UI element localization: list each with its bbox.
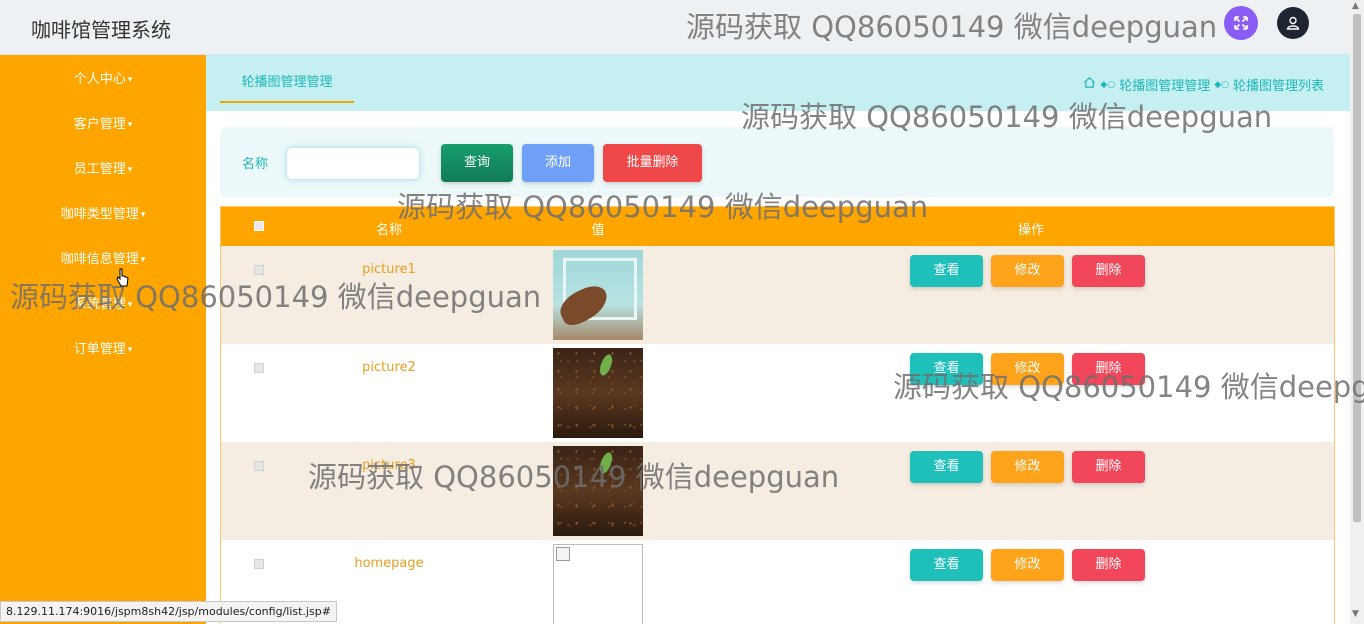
batch-delete-button[interactable]: 批量删除 xyxy=(603,144,702,182)
carousel-table: 名称 值 操作 picture1 查看 修改 删除 picture2 查看 修改… xyxy=(220,206,1335,624)
hand-cursor-icon xyxy=(116,268,129,287)
delete-button[interactable]: 删除 xyxy=(1072,549,1145,581)
name-search-input[interactable] xyxy=(286,147,420,180)
edit-button[interactable]: 修改 xyxy=(991,451,1064,483)
row-name: picture1 xyxy=(362,262,416,277)
add-button[interactable]: 添加 xyxy=(522,144,594,182)
breadcrumb-item[interactable]: 轮播图管理管理 xyxy=(1119,75,1210,94)
table-row: picture3 查看 修改 删除 xyxy=(221,442,1334,540)
broken-image-thumbnail xyxy=(553,544,643,624)
row-checkbox[interactable] xyxy=(254,461,264,471)
sidebar: 个人中心 ▾ 客户管理 ▾ 员工管理 ▾ 咖啡类型管理 ▾ 咖啡信息管理 ▾ 系统管理 ▾ … xyxy=(0,55,206,624)
main-content: 轮播图管理管理 ◆○ 轮播图管理管理 ◆○ 轮播图管理列表 名称 查询 添加 批… xyxy=(206,55,1350,624)
delete-button[interactable]: 删除 xyxy=(1072,451,1145,483)
table-row: picture1 查看 修改 删除 xyxy=(221,246,1334,344)
caret-down-icon: ▾ xyxy=(127,299,133,310)
sidebar-item-label: 订单管理 xyxy=(73,342,126,357)
caret-down-icon: ▾ xyxy=(140,254,146,265)
sidebar-item-system[interactable]: 系统管理 ▾ xyxy=(0,293,206,312)
view-button[interactable]: 查看 xyxy=(910,451,983,483)
header-name: 名称 xyxy=(375,223,402,238)
tab-bar: 轮播图管理管理 ◆○ 轮播图管理管理 ◆○ 轮播图管理列表 xyxy=(206,55,1350,111)
row-checkbox[interactable] xyxy=(254,559,264,569)
sidebar-item-label: 咖啡类型管理 xyxy=(60,207,139,222)
vertical-scrollbar[interactable]: ▲ ▼ xyxy=(1350,0,1364,624)
row-checkbox[interactable] xyxy=(254,363,264,373)
sidebar-item-label: 员工管理 xyxy=(73,162,126,177)
sidebar-item-label: 咖啡信息管理 xyxy=(60,252,139,267)
sidebar-item-label: 客户管理 xyxy=(73,117,126,132)
row-checkbox[interactable] xyxy=(254,265,264,275)
search-panel: 名称 查询 添加 批量删除 xyxy=(220,127,1334,197)
view-button[interactable]: 查看 xyxy=(910,353,983,385)
delete-button[interactable]: 删除 xyxy=(1072,255,1145,287)
search-label: 名称 xyxy=(242,157,269,172)
breadcrumb: ◆○ 轮播图管理管理 ◆○ 轮播图管理列表 xyxy=(1083,75,1324,94)
coffee-beans-thumbnail xyxy=(553,348,643,438)
sidebar-item-orders[interactable]: 订单管理 ▾ xyxy=(0,338,206,357)
scroll-down-icon[interactable]: ▼ xyxy=(1352,609,1359,619)
delete-button[interactable]: 删除 xyxy=(1072,353,1145,385)
tab-carousel-management[interactable]: 轮播图管理管理 xyxy=(220,69,354,103)
sidebar-item-label: 个人中心 xyxy=(73,72,126,87)
caret-down-icon: ▾ xyxy=(127,164,133,175)
header-action: 操作 xyxy=(1017,223,1044,238)
user-icon[interactable] xyxy=(1277,7,1309,39)
coffee-beans-thumbnail xyxy=(553,446,643,536)
scrollbar-thumb[interactable] xyxy=(1353,14,1361,522)
sidebar-item-coffee-info[interactable]: 咖啡信息管理 ▾ xyxy=(0,248,206,267)
caret-down-icon: ▾ xyxy=(127,119,133,130)
sidebar-item-coffee-types[interactable]: 咖啡类型管理 ▾ xyxy=(0,203,206,222)
caret-down-icon: ▾ xyxy=(140,209,146,220)
scroll-up-icon[interactable]: ▲ xyxy=(1352,1,1359,11)
separator-icon: ◆○ xyxy=(1100,79,1116,90)
view-button[interactable]: 查看 xyxy=(910,549,983,581)
sidebar-item-customers[interactable]: 客户管理 ▾ xyxy=(0,113,206,132)
caret-down-icon: ▾ xyxy=(127,344,133,355)
picture1-thumbnail xyxy=(553,250,643,340)
row-name: homepage xyxy=(354,556,424,571)
edit-button[interactable]: 修改 xyxy=(991,549,1064,581)
edit-button[interactable]: 修改 xyxy=(991,353,1064,385)
broken-image-icon xyxy=(556,547,570,561)
table-row: picture2 查看 修改 删除 xyxy=(221,344,1334,442)
sidebar-item-personal-center[interactable]: 个人中心 ▾ xyxy=(0,68,206,87)
row-name: picture2 xyxy=(362,360,416,375)
table-header: 名称 值 操作 xyxy=(221,207,1334,246)
header-value: 值 xyxy=(591,223,605,238)
top-bar: 咖啡馆管理系统 xyxy=(0,0,1350,55)
table-row: homepage 查看 修改 删除 xyxy=(221,540,1334,624)
separator-icon: ◆○ xyxy=(1214,79,1229,90)
row-name: picture3 xyxy=(362,458,416,473)
sidebar-item-label: 系统管理 xyxy=(73,297,126,312)
status-url: 8.129.11.174:9016/jspm8sh42/jsp/modules/… xyxy=(0,601,337,622)
view-button[interactable]: 查看 xyxy=(910,255,983,287)
select-all-checkbox[interactable] xyxy=(254,221,264,231)
home-icon[interactable] xyxy=(1083,76,1096,93)
query-button[interactable]: 查询 xyxy=(441,144,513,182)
expand-icon[interactable] xyxy=(1224,6,1258,40)
sidebar-item-staff[interactable]: 员工管理 ▾ xyxy=(0,158,206,177)
breadcrumb-item: 轮播图管理列表 xyxy=(1232,79,1324,94)
caret-down-icon: ▾ xyxy=(127,74,133,85)
edit-button[interactable]: 修改 xyxy=(991,255,1064,287)
app-title: 咖啡馆管理系统 xyxy=(31,18,171,42)
